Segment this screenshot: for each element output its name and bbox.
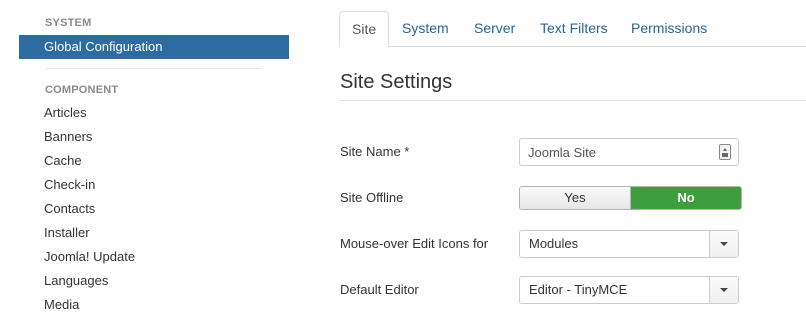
site-offline-label: Site Offline (340, 190, 404, 205)
sidebar-item-installer[interactable]: Installer (44, 221, 135, 245)
mouseover-edit-icons-label: Mouse-over Edit Icons for (340, 236, 489, 251)
site-offline-toggle: Yes No (519, 186, 742, 210)
tab-site[interactable]: Site (339, 11, 390, 47)
caret-down-icon[interactable] (709, 231, 738, 257)
mouseover-edit-icons-select[interactable]: Modules (519, 230, 739, 258)
sidebar-item-media[interactable]: Media (44, 293, 135, 317)
default-editor-value: Editor - TinyMCE (529, 282, 628, 297)
tab-bar: Site System Server Text Filters Permissi… (339, 11, 806, 47)
site-name-label: Site Name * (340, 144, 410, 159)
sidebar-heading-component: COMPONENT (45, 84, 119, 96)
sidebar-item-languages[interactable]: Languages (44, 269, 135, 293)
default-editor-select[interactable]: Editor - TinyMCE (519, 276, 739, 304)
sidebar-item-global-configuration[interactable]: Global Configuration (19, 35, 289, 59)
default-editor-label: Default Editor (340, 282, 419, 297)
sidebar-item-contacts[interactable]: Contacts (44, 197, 135, 221)
tab-permissions[interactable]: Permissions (631, 11, 707, 47)
field-info-icon (719, 144, 731, 160)
site-offline-no-button[interactable]: No (631, 187, 741, 209)
sidebar-divider (45, 68, 262, 69)
site-offline-yes-button[interactable]: Yes (520, 187, 631, 209)
sidebar-item-articles[interactable]: Articles (44, 101, 135, 125)
section-title: Site Settings (340, 71, 453, 93)
tab-text-filters[interactable]: Text Filters (540, 11, 608, 47)
sidebar: SYSTEM Global Configuration COMPONENT Ar… (0, 0, 300, 318)
section-divider (339, 100, 806, 101)
sidebar-item-cache[interactable]: Cache (44, 149, 135, 173)
tab-server[interactable]: Server (474, 11, 515, 47)
sidebar-component-list: Articles Banners Cache Check-in Contacts… (44, 101, 135, 317)
sidebar-item-check-in[interactable]: Check-in (44, 173, 135, 197)
sidebar-item-banners[interactable]: Banners (44, 125, 135, 149)
sidebar-heading-system: SYSTEM (45, 17, 92, 29)
site-name-input[interactable] (519, 138, 739, 166)
tab-system[interactable]: System (402, 11, 449, 47)
mouseover-edit-icons-value: Modules (529, 236, 579, 251)
sidebar-item-joomla-update[interactable]: Joomla! Update (44, 245, 135, 269)
caret-down-icon[interactable] (709, 277, 738, 303)
